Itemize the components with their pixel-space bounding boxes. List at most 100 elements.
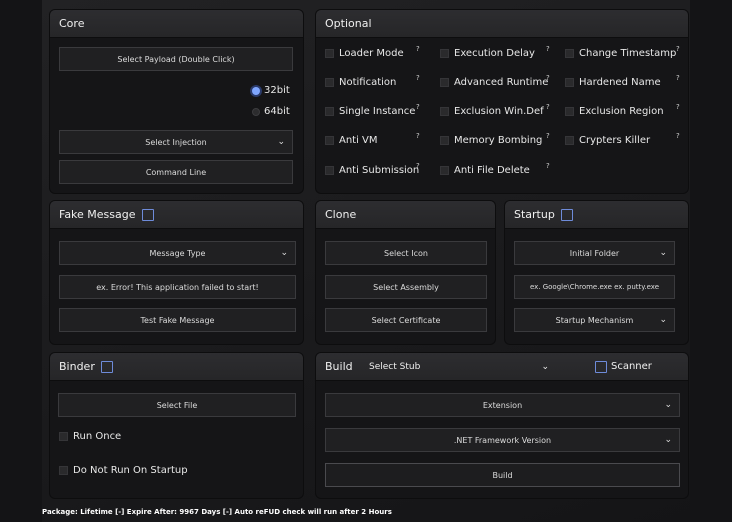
- build-button-label: Build: [492, 470, 513, 480]
- option-exclusion-region[interactable]: Exclusion Region: [565, 106, 664, 117]
- message-type-label: Message Type: [149, 248, 206, 258]
- initial-folder-dropdown[interactable]: Initial Folder ⌄: [514, 241, 675, 265]
- message-type-dropdown[interactable]: Message Type ⌄: [59, 241, 296, 265]
- option-label: Change Timestamp: [579, 48, 677, 59]
- option-execution-delay[interactable]: Execution Delay: [440, 48, 535, 59]
- option-checkbox: [440, 136, 449, 145]
- option-checkbox: [440, 107, 449, 116]
- select-payload-button[interactable]: Select Payload (Double Click): [59, 47, 293, 71]
- scanner-box: [595, 360, 607, 373]
- option-anti-submission[interactable]: Anti Submission: [325, 165, 419, 176]
- option-memory-bombing[interactable]: Memory Bombing: [440, 135, 542, 146]
- do-not-run-box: [59, 466, 68, 475]
- info-icon[interactable]: ?: [416, 74, 420, 82]
- option-hardened-name[interactable]: Hardened Name: [565, 77, 661, 88]
- select-certificate-button[interactable]: Select Certificate: [325, 308, 487, 332]
- fake-message-panel: Fake Message Message Type ⌄ ex. Error! Th…: [50, 201, 303, 344]
- option-change-timestamp[interactable]: Change Timestamp: [565, 48, 676, 59]
- radio-64bit-label: 64bit: [264, 106, 290, 117]
- optional-panel: Optional Loader Mode? Execution Delay? Cha…: [316, 10, 688, 193]
- test-fake-message-button[interactable]: Test Fake Message: [59, 308, 296, 332]
- info-icon[interactable]: ?: [416, 162, 420, 170]
- option-crypters-killer[interactable]: Crypters Killer: [565, 135, 650, 146]
- option-exclusion-win-def[interactable]: Exclusion Win.Def: [440, 106, 544, 117]
- option-single-instance[interactable]: Single Instance: [325, 106, 415, 117]
- startup-checkbox[interactable]: [560, 208, 573, 221]
- radio-32bit-dot: [252, 86, 260, 95]
- scanner-label: Scanner: [611, 361, 652, 372]
- option-label: Anti File Delete: [454, 165, 530, 176]
- startup-panel: Startup Initial Folder ⌄ ex. Google\Chrom…: [505, 201, 688, 344]
- option-anti-vm[interactable]: Anti VM: [325, 135, 378, 146]
- option-label: Exclusion Region: [579, 106, 664, 117]
- startup-path-input[interactable]: ex. Google\Chrome.exe ex. putty.exe: [514, 275, 675, 299]
- option-label: Execution Delay: [454, 48, 535, 59]
- run-once-checkbox[interactable]: Run Once: [59, 431, 121, 442]
- option-label: Advanced Runtime: [454, 77, 549, 88]
- command-line-button[interactable]: Command Line: [59, 160, 293, 184]
- startup-mechanism-dropdown[interactable]: Startup Mechanism ⌄: [514, 308, 675, 332]
- optional-title: Optional: [325, 17, 372, 30]
- status-footer: Package: Lifetime [-] Expire After: 9967…: [42, 508, 392, 516]
- clone-panel: Clone Select Icon Select Assembly Select…: [316, 201, 495, 344]
- fake-message-title: Fake Message: [59, 208, 136, 221]
- message-text-input[interactable]: ex. Error! This application failed to st…: [59, 275, 296, 299]
- select-file-button[interactable]: Select File: [58, 393, 296, 417]
- select-stub-label: Select Stub: [369, 361, 421, 372]
- chevron-down-icon: ⌄: [280, 248, 288, 258]
- initial-folder-label: Initial Folder: [569, 248, 620, 258]
- build-button[interactable]: Build: [325, 463, 680, 487]
- radio-32bit[interactable]: 32bit: [252, 85, 290, 96]
- option-checkbox: [325, 136, 334, 145]
- info-icon[interactable]: ?: [676, 74, 680, 82]
- info-icon[interactable]: ?: [676, 45, 680, 53]
- extension-dropdown[interactable]: Extension ⌄: [325, 393, 680, 417]
- option-checkbox: [325, 49, 334, 58]
- select-icon-button[interactable]: Select Icon: [325, 241, 487, 265]
- select-assembly-button[interactable]: Select Assembly: [325, 275, 487, 299]
- option-label: Notification: [339, 77, 397, 88]
- run-once-box: [59, 432, 68, 441]
- info-icon[interactable]: ?: [416, 132, 420, 140]
- core-panel: Core Select Payload (Double Click) 32bit…: [50, 10, 303, 193]
- select-injection-label: Select Injection: [145, 137, 207, 147]
- option-loader-mode[interactable]: Loader Mode: [325, 48, 404, 59]
- fake-message-checkbox[interactable]: [141, 208, 154, 221]
- info-icon[interactable]: ?: [676, 103, 680, 111]
- binder-header: Binder: [50, 353, 303, 381]
- binder-title: Binder: [59, 360, 95, 373]
- radio-64bit[interactable]: 64bit: [252, 106, 290, 117]
- startup-header: Startup: [505, 201, 688, 229]
- do-not-run-checkbox[interactable]: Do Not Run On Startup: [59, 465, 188, 476]
- info-icon[interactable]: ?: [546, 103, 550, 111]
- info-icon[interactable]: ?: [546, 162, 550, 170]
- info-icon[interactable]: ?: [546, 74, 550, 82]
- info-icon[interactable]: ?: [546, 45, 550, 53]
- chevron-down-icon: ⌄: [541, 361, 549, 372]
- binder-checkbox[interactable]: [100, 360, 113, 373]
- select-icon-label: Select Icon: [384, 248, 428, 258]
- left-stripe: [0, 0, 42, 522]
- chevron-down-icon: ⌄: [664, 435, 672, 445]
- optional-header: Optional: [316, 10, 688, 38]
- info-icon[interactable]: ?: [546, 132, 550, 140]
- option-checkbox: [565, 107, 574, 116]
- option-notification[interactable]: Notification: [325, 77, 396, 88]
- framework-dropdown[interactable]: .NET Framework Version ⌄: [325, 428, 680, 452]
- chevron-down-icon: ⌄: [277, 137, 285, 147]
- startup-mechanism-label: Startup Mechanism: [555, 315, 634, 325]
- option-anti-file-delete[interactable]: Anti File Delete: [440, 165, 530, 176]
- option-label: Single Instance: [339, 106, 416, 117]
- info-icon[interactable]: ?: [416, 103, 420, 111]
- scanner-checkbox[interactable]: Scanner: [595, 353, 652, 380]
- option-checkbox: [325, 78, 334, 87]
- option-advanced-runtime[interactable]: Advanced Runtime: [440, 77, 548, 88]
- select-file-label: Select File: [156, 400, 198, 410]
- startup-title: Startup: [514, 208, 555, 221]
- info-icon[interactable]: ?: [416, 45, 420, 53]
- select-injection-dropdown[interactable]: Select Injection ⌄: [59, 130, 293, 154]
- build-title: Build: [325, 360, 353, 373]
- info-icon[interactable]: ?: [676, 132, 680, 140]
- select-stub-dropdown[interactable]: Select Stub ⌄: [369, 353, 549, 380]
- option-checkbox: [325, 107, 334, 116]
